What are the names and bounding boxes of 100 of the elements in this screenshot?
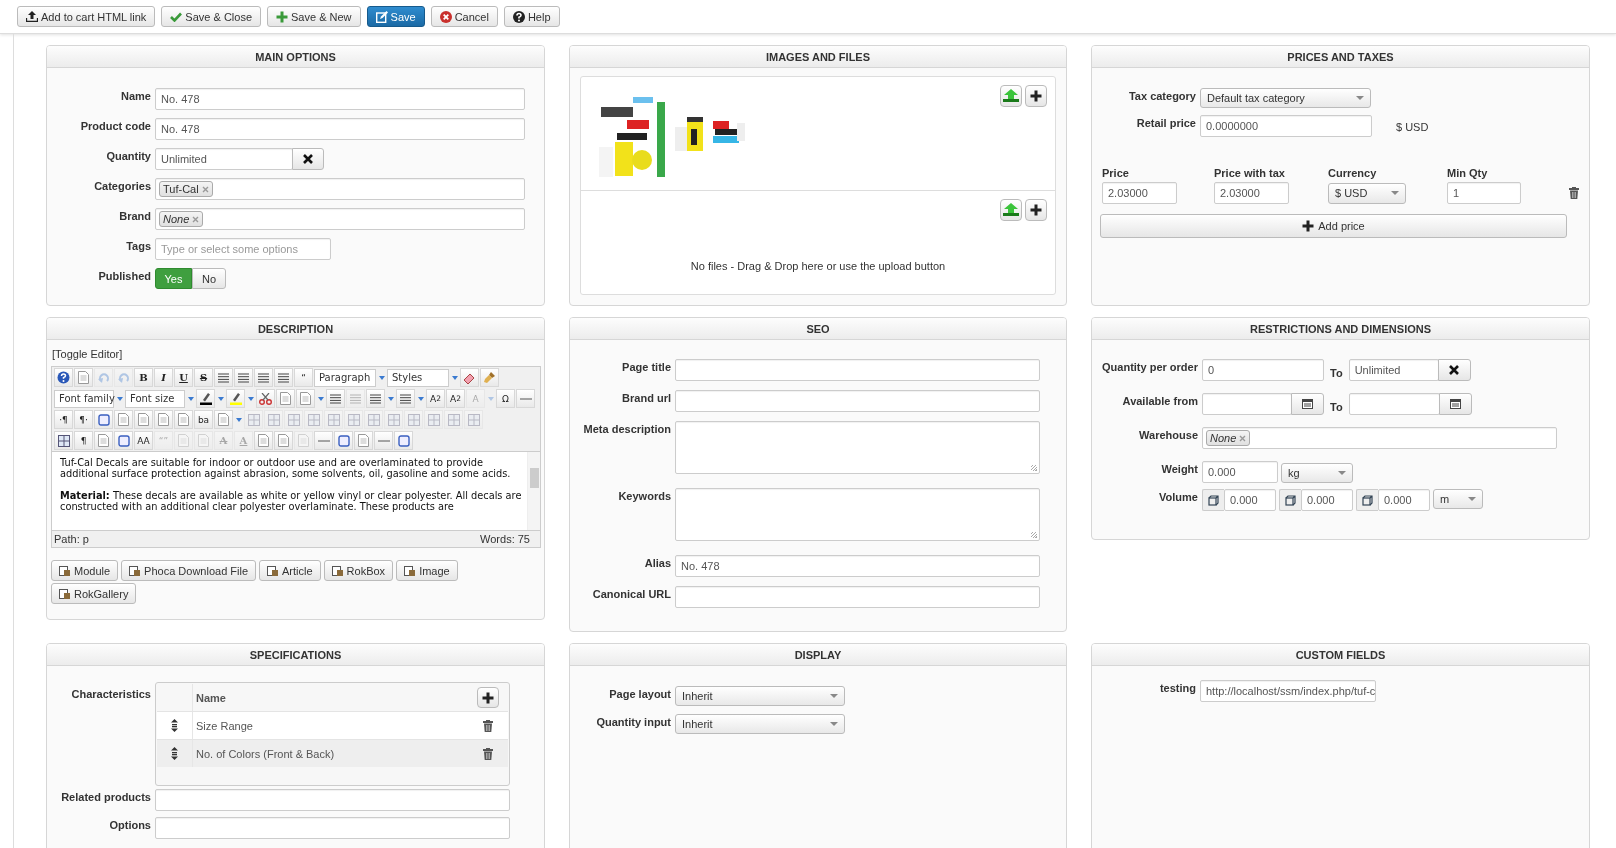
editor-select[interactable]: Font size <box>125 389 185 408</box>
text-field[interactable]: No. 478 <box>675 555 1040 577</box>
field-label: Alias <box>643 556 672 569</box>
table-cell: No. of Colors (Front & Back) <box>192 740 468 767</box>
field-label: Options <box>108 818 152 831</box>
editor-select[interactable]: Font family <box>54 389 114 408</box>
panel-title: IMAGES AND FILES <box>570 46 1066 68</box>
toolbar-button[interactable]: Add to cart HTML link <box>17 6 156 27</box>
field-label: Keywords <box>617 489 672 502</box>
panel-title: MAIN OPTIONS <box>47 46 544 68</box>
field-label: Available from <box>1121 394 1199 407</box>
editor-tool-button[interactable]: ·¶ <box>54 410 73 429</box>
editor-select[interactable]: Styles <box>387 368 449 387</box>
select-field[interactable]: kg <box>1281 463 1353 483</box>
empty-message: No files - Drag & Drop here or use the upload button <box>690 260 946 272</box>
editor-plugin-button[interactable]: Article <box>259 560 321 581</box>
panel-title: SEO <box>570 318 1066 340</box>
editor-select[interactable]: Paragraph <box>314 368 376 387</box>
panel-title: SPECIFICATIONS <box>47 644 544 666</box>
field-label: To <box>1329 400 1344 413</box>
column-header: Currency <box>1328 167 1378 179</box>
field-label: Page title <box>621 360 672 373</box>
select-field[interactable]: Inherit <box>675 714 845 734</box>
editor-plugin-button[interactable]: RokGallery <box>51 583 137 604</box>
select-field[interactable]: $ USD <box>1328 182 1406 204</box>
field-label: Page layout <box>608 687 672 700</box>
editor-tool-button[interactable]: AA <box>134 431 153 450</box>
tag-chip[interactable]: Tuf-Cal <box>159 181 213 197</box>
editor-tool-button[interactable]: Ω <box>496 389 515 408</box>
field-label: Brand <box>118 209 152 222</box>
text-field[interactable]: 0.000 <box>1202 461 1278 483</box>
editor-plugin-button[interactable]: Phoca Download File <box>121 560 257 581</box>
text-field[interactable]: 0.0000000 <box>1200 115 1372 137</box>
text-field[interactable]: http://localhost/ssm/index.php/tuf-c <box>1200 680 1376 702</box>
panel-title: DISPLAY <box>570 644 1066 666</box>
text-field[interactable]: Unlimited <box>1348 359 1439 381</box>
text-field[interactable]: 2.03000 <box>1102 182 1177 204</box>
text-field[interactable]: 0.000 <box>1301 489 1353 511</box>
text-field[interactable]: Unlimited <box>155 148 293 170</box>
toolbar-button[interactable]: Save & Close <box>161 6 261 27</box>
editor-path: Path: p <box>54 533 89 545</box>
editor-plugin-button[interactable]: Image <box>396 560 458 581</box>
editor-tool-button[interactable]: ¶ <box>74 431 93 450</box>
currency-label: $ USD <box>1395 120 1429 133</box>
add-price-button[interactable]: Add price <box>1100 214 1567 238</box>
toggle-button[interactable]: No <box>192 268 226 289</box>
toggle-editor-link[interactable]: [Toggle Editor] <box>52 348 123 360</box>
editor-tool-button[interactable]: B <box>134 368 153 387</box>
column-header: Price with tax <box>1214 167 1286 179</box>
panel-title: DESCRIPTION <box>47 318 544 340</box>
field-label: Quantity per order <box>1101 360 1199 373</box>
text-field[interactable]: 0.000 <box>1378 489 1430 511</box>
toolbar-button[interactable]: Save <box>366 6 425 27</box>
editor-plugin-button[interactable]: RokBox <box>323 560 394 581</box>
field-label: Product code <box>79 119 152 132</box>
text-field[interactable]: 1 <box>1447 182 1521 204</box>
field-label: Categories <box>93 179 152 192</box>
text-field[interactable]: No. 478 <box>155 88 525 110</box>
field-label: Volume <box>1158 490 1199 503</box>
tag-chip[interactable]: None <box>159 211 204 227</box>
field-label: Related products <box>60 790 152 803</box>
panel-title: CUSTOM FIELDS <box>1092 644 1589 666</box>
field-label: Meta description <box>582 422 672 435</box>
text-field[interactable]: 0.000 <box>1224 489 1276 511</box>
text-field[interactable]: 0 <box>1202 359 1324 381</box>
editor-tool-button[interactable]: I <box>154 368 173 387</box>
field-label: Quantity <box>105 149 152 162</box>
field-label: testing <box>1158 681 1197 694</box>
text-field[interactable]: 2.03000 <box>1214 182 1289 204</box>
panel-title: PRICES AND TAXES <box>1092 46 1589 68</box>
column-header: Price <box>1102 167 1130 179</box>
field-label: Retail price <box>1135 116 1197 129</box>
paragraph: Material: These decals are available as white or yellow vinyl or clear polyester. All decals are constructed with an additional clear polyester overlaminate. These products are <box>60 490 523 512</box>
editor-plugin-button[interactable]: Module <box>51 560 119 581</box>
field-label: Quantity input <box>595 715 672 728</box>
tag-field[interactable]: None <box>1202 427 1557 449</box>
tag-field[interactable]: None <box>155 208 525 230</box>
panel-title: RESTRICTIONS AND DIMENSIONS <box>1092 318 1589 340</box>
editor-tool-button[interactable]: ¶· <box>74 410 93 429</box>
editor-tool-button[interactable]: U <box>174 368 193 387</box>
editor-tool-button[interactable]: S <box>194 368 213 387</box>
field-label: Characteristics <box>70 687 152 700</box>
tag-field[interactable]: Tuf-Cal <box>155 178 525 200</box>
field-label: Tax category <box>1127 89 1197 102</box>
tag-chip[interactable]: None <box>1206 430 1251 446</box>
editor-tool-button[interactable]: “ <box>294 368 313 387</box>
select-field[interactable]: Inherit <box>675 686 845 706</box>
word-count: Words: 75 <box>480 533 530 545</box>
toolbar-button[interactable]: Save & New <box>267 6 361 27</box>
field-label: Brand url <box>621 391 672 404</box>
text-field[interactable]: No. 478 <box>155 118 525 140</box>
select-field[interactable]: Default tax category <box>1200 88 1371 108</box>
field-label: Weight <box>1160 462 1199 475</box>
field-label: To <box>1329 366 1344 379</box>
toolbar-button[interactable]: Help <box>503 6 560 27</box>
editor-tool-button[interactable]: ba <box>194 410 213 429</box>
toolbar-button[interactable]: Cancel <box>430 6 498 27</box>
select-field[interactable]: m <box>1433 489 1483 509</box>
field-label: Published <box>97 269 152 282</box>
paragraph: Tuf-Cal Decals are suitable for indoor or outdoor use and are overlaminated to provide additional surface protection against abrasion, some solvents, oil, gasoline and some acids. <box>60 457 512 479</box>
